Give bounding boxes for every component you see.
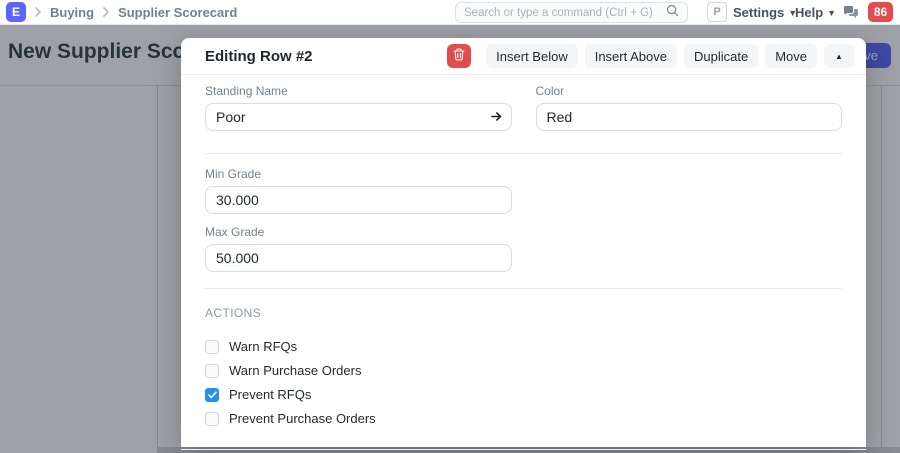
settings-menu[interactable]: Settings ▼ (733, 0, 797, 25)
checkbox-unchecked-icon[interactable] (205, 364, 219, 378)
max-grade-input[interactable] (205, 244, 512, 272)
notification-badge[interactable]: 86 (868, 2, 893, 22)
checkbox-label: Prevent RFQs (229, 387, 311, 402)
delete-row-button[interactable] (447, 44, 471, 68)
global-search[interactable] (455, 2, 688, 23)
navbar: E Buying Supplier Scorecard P Settings ▼… (0, 0, 900, 25)
modal-body: Standing Name Color (181, 75, 866, 449)
triangle-up-icon: ▲ (835, 52, 843, 61)
max-grade-field: Max Grade (205, 225, 842, 272)
standing-name-label: Standing Name (205, 84, 512, 98)
trash-icon (453, 48, 465, 64)
chevron-down-icon: ▼ (827, 8, 836, 18)
min-grade-field: Min Grade (205, 167, 842, 214)
search-icon (666, 4, 679, 22)
checkbox-unchecked-icon[interactable] (205, 340, 219, 354)
color-input[interactable] (536, 103, 843, 131)
settings-label: Settings (733, 5, 784, 20)
app-logo[interactable]: E (6, 2, 26, 22)
name-color-section: Standing Name Color (205, 75, 842, 154)
help-menu[interactable]: Help ▼ (795, 0, 836, 25)
checkbox-label: Warn Purchase Orders (229, 363, 361, 378)
prevent-purchase-orders-checkbox-row[interactable]: Prevent Purchase Orders (205, 411, 842, 426)
warn-purchase-orders-checkbox-row[interactable]: Warn Purchase Orders (205, 363, 842, 378)
checkbox-checked-icon[interactable] (205, 388, 219, 402)
app-window: New Supplier Scorecard Save E Buying Sup… (0, 0, 900, 453)
move-button[interactable]: Move (765, 44, 817, 68)
help-label: Help (795, 5, 823, 20)
checkbox-unchecked-icon[interactable] (205, 412, 219, 426)
min-grade-input[interactable] (205, 186, 512, 214)
breadcrumb-buying[interactable]: Buying (50, 5, 94, 20)
prevent-rfqs-checkbox-row[interactable]: Prevent RFQs (205, 387, 842, 402)
chevron-right-icon (34, 7, 42, 17)
collapse-row-button[interactable]: ▲ (824, 44, 854, 68)
min-grade-label: Min Grade (205, 167, 842, 181)
insert-above-button[interactable]: Insert Above (585, 44, 677, 68)
grades-section: Min Grade Max Grade (205, 154, 842, 289)
modal-title: Editing Row #2 (205, 48, 447, 65)
avatar[interactable]: P (707, 2, 727, 22)
chevron-right-icon (102, 7, 110, 17)
max-grade-label: Max Grade (205, 225, 842, 239)
insert-below-button[interactable]: Insert Below (486, 44, 578, 68)
standing-name-input[interactable] (205, 103, 512, 131)
row-edit-modal: Editing Row #2 Insert Below Insert Above… (181, 38, 866, 447)
warn-rfqs-checkbox-row[interactable]: Warn RFQs (205, 339, 842, 354)
checkbox-label: Warn RFQs (229, 339, 297, 354)
color-label: Color (536, 84, 843, 98)
chat-icon[interactable] (843, 5, 859, 24)
breadcrumb-supplier-scorecard[interactable]: Supplier Scorecard (118, 5, 237, 20)
search-input[interactable] (464, 7, 666, 19)
duplicate-button[interactable]: Duplicate (684, 44, 758, 68)
actions-heading: ACTIONS (205, 306, 842, 320)
open-link-arrow-icon[interactable] (490, 110, 503, 128)
checkbox-label: Prevent Purchase Orders (229, 411, 376, 426)
standing-name-field: Standing Name (205, 84, 512, 131)
actions-section: ACTIONS Warn RFQs Warn Purchase Orders P… (205, 289, 842, 449)
modal-header: Editing Row #2 Insert Below Insert Above… (181, 38, 866, 75)
modal-footer: – Ctrl + Up , Ctrl + Down , ESC Insert B… (181, 449, 866, 453)
color-field: Color (536, 84, 843, 131)
